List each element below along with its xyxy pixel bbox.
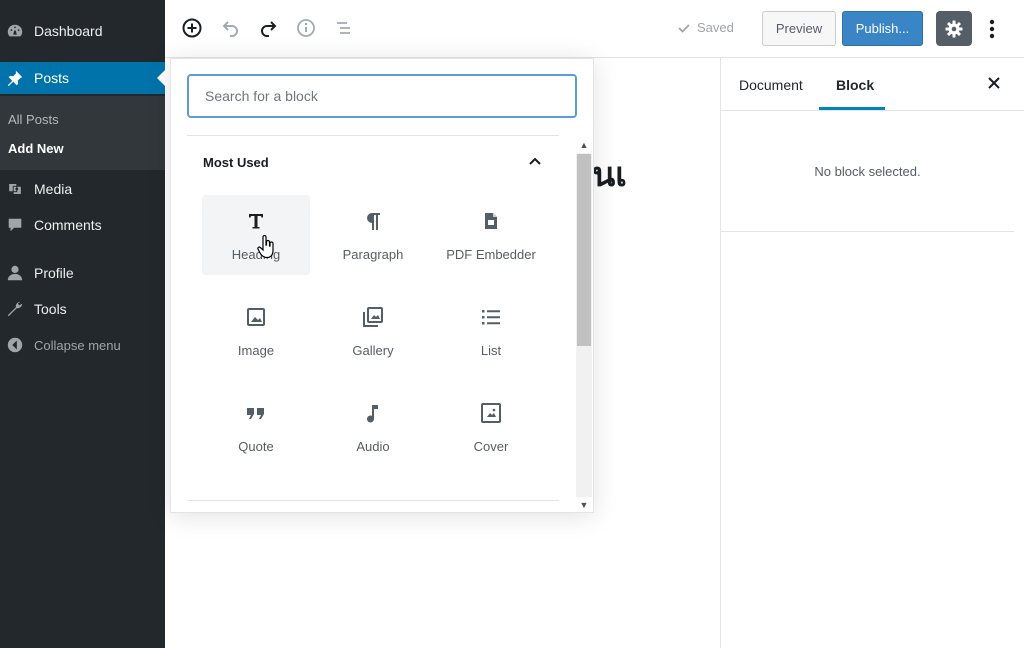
active-tab-indicator	[819, 107, 885, 110]
block-inserter-popover: Most Used Heading Paragraph PDF Embedder…	[170, 58, 594, 513]
menu-item-comments[interactable]: Comments	[0, 209, 165, 241]
scroll-up-arrow-icon[interactable]: ▲	[576, 137, 592, 153]
active-indicator	[157, 70, 165, 86]
block-label: List	[480, 343, 502, 358]
block-search-input[interactable]	[187, 74, 577, 118]
menu-label-dashboard: Dashboard	[34, 23, 103, 39]
block-list[interactable]: List	[437, 291, 545, 371]
menu-item-tools[interactable]: Tools	[0, 293, 165, 325]
plus-circle-icon	[182, 18, 202, 38]
editor-toolbar: Saved Preview Publish...	[165, 0, 1024, 58]
block-label: Cover	[473, 439, 509, 454]
most-used-panel-toggle[interactable]: Most Used	[187, 139, 559, 183]
image-icon	[244, 305, 268, 329]
scroll-thumb[interactable]	[577, 154, 591, 346]
block-pdf-embedder[interactable]: PDF Embedder	[437, 195, 545, 275]
content-info-button[interactable]	[292, 14, 320, 42]
block-paragraph[interactable]: Paragraph	[319, 195, 427, 275]
inserter-scrollbar[interactable]: ▲ ▼	[576, 137, 592, 513]
more-vertical-icon	[989, 19, 995, 39]
sidebar-tabs: Document Block	[721, 58, 1024, 111]
divider	[187, 135, 559, 136]
dashboard-icon	[5, 21, 25, 41]
preview-button[interactable]: Preview	[762, 11, 836, 46]
collapse-arrow-icon	[5, 335, 25, 355]
pdf-file-icon	[479, 209, 503, 233]
menu-label-media: Media	[34, 181, 73, 197]
block-heading[interactable]: Heading	[202, 195, 310, 275]
close-sidebar-button[interactable]	[983, 72, 1005, 94]
heading-icon	[244, 209, 268, 233]
menu-label-collapse: Collapse menu	[34, 337, 121, 353]
user-icon	[5, 263, 25, 283]
no-block-selected-message: No block selected.	[721, 111, 1014, 232]
menu-item-posts[interactable]: Posts	[0, 62, 165, 94]
comment-icon	[5, 215, 25, 235]
posts-submenu: All Posts Add New	[0, 96, 165, 170]
paragraph-icon	[361, 209, 385, 233]
pin-icon	[5, 68, 25, 88]
scroll-down-arrow-icon[interactable]: ▼	[576, 497, 592, 513]
submenu-all-posts[interactable]: All Posts	[8, 112, 59, 127]
block-label: Image	[237, 343, 275, 358]
list-icon	[479, 305, 503, 329]
submenu-add-new[interactable]: Add New	[8, 141, 64, 156]
gear-icon	[945, 20, 963, 37]
undo-button[interactable]	[217, 14, 245, 42]
block-label: Gallery	[352, 343, 394, 358]
quote-icon	[244, 401, 268, 425]
menu-label-posts: Posts	[34, 70, 70, 86]
menu-label-tools: Tools	[34, 301, 67, 317]
post-title[interactable]: นเ	[592, 147, 627, 201]
panel-title: Most Used	[203, 155, 269, 170]
block-navigation-button[interactable]	[330, 14, 358, 42]
divider	[187, 500, 559, 501]
settings-button[interactable]	[936, 11, 972, 46]
block-label: Audio	[356, 439, 390, 454]
outline-list-icon	[337, 22, 350, 34]
menu-item-dashboard[interactable]: Dashboard	[0, 15, 165, 47]
saved-label: Saved	[697, 20, 734, 35]
block-image[interactable]: Image	[202, 291, 310, 371]
cover-icon	[479, 401, 503, 425]
close-icon	[988, 77, 1000, 89]
saved-status: Saved	[677, 20, 734, 35]
check-icon	[678, 23, 690, 33]
media-icon	[5, 179, 25, 199]
settings-sidebar: Document Block No block selected.	[720, 58, 1024, 648]
music-note-icon	[361, 401, 385, 425]
collapse-menu-button[interactable]: Collapse menu	[0, 329, 165, 361]
undo-icon	[222, 21, 238, 37]
tab-document[interactable]: Document	[739, 77, 803, 93]
tab-block[interactable]: Block	[836, 77, 874, 93]
block-cover[interactable]: Cover	[437, 387, 545, 467]
gallery-icon	[361, 305, 385, 329]
more-options-button[interactable]	[980, 14, 1004, 44]
admin-sidebar: Dashboard Posts All Posts Add New Media …	[0, 0, 165, 648]
info-icon	[297, 19, 315, 37]
block-label: Quote	[238, 439, 274, 454]
wrench-icon	[5, 299, 25, 319]
menu-label-comments: Comments	[34, 217, 102, 233]
menu-item-media[interactable]: Media	[0, 173, 165, 205]
add-block-button[interactable]	[178, 14, 206, 42]
block-label: Heading	[231, 247, 281, 262]
menu-item-profile[interactable]: Profile	[0, 257, 165, 289]
block-label: PDF Embedder	[446, 247, 536, 262]
menu-label-profile: Profile	[34, 265, 74, 281]
redo-button[interactable]	[254, 14, 282, 42]
redo-icon	[261, 21, 277, 37]
block-label: Paragraph	[342, 247, 404, 262]
block-audio[interactable]: Audio	[319, 387, 427, 467]
block-gallery[interactable]: Gallery	[319, 291, 427, 371]
block-quote[interactable]: Quote	[202, 387, 310, 467]
chevron-up-icon	[529, 157, 541, 165]
publish-button[interactable]: Publish...	[842, 11, 923, 46]
